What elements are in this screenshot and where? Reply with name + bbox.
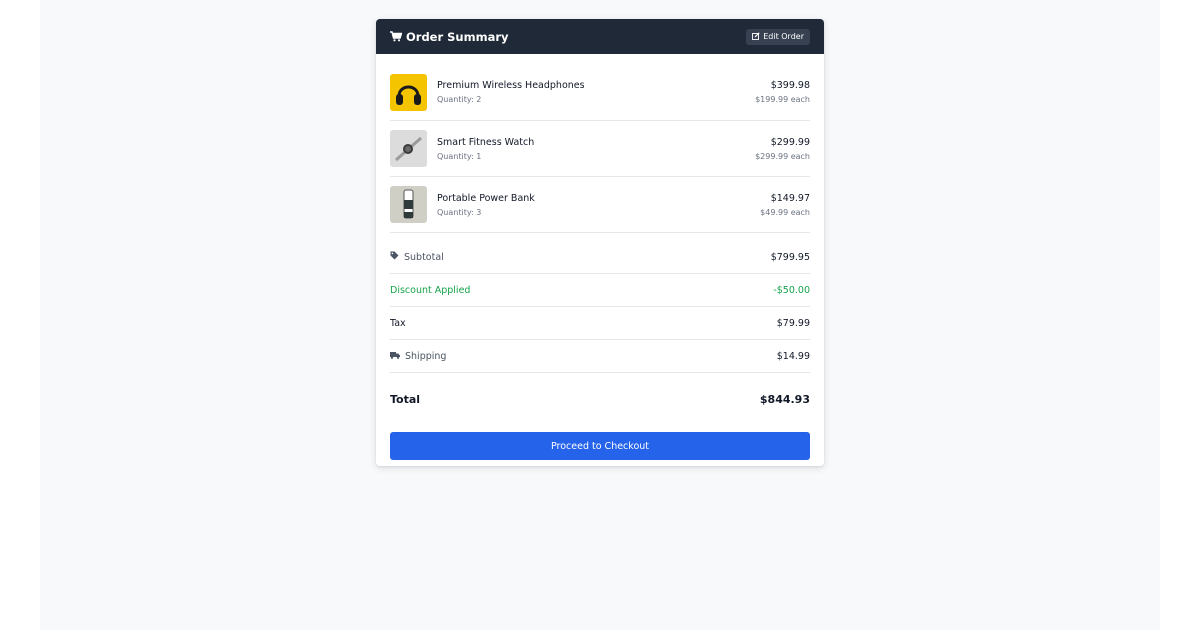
subtotal-label: Subtotal [404,251,444,263]
edit-icon [752,31,760,42]
item-price: $299.99 $299.99 each [755,137,810,161]
subtotal-label-group: Subtotal [390,251,444,263]
tax-value: $79.99 [776,317,810,329]
item-quantity: Quantity: 3 [437,207,482,217]
page-title: Order Summary [406,29,509,44]
header-title-group: Order Summary [390,30,509,44]
discount-row: Discount Applied -$50.00 [390,274,810,307]
item-total: $399.98 [770,80,810,91]
item-quantity: Quantity: 1 [437,151,482,161]
order-summary-card: Order Summary Edit Order Premium Wireles… [376,19,824,466]
discount-label: Discount Applied [390,284,471,296]
watch-image [390,130,427,167]
edit-order-button[interactable]: Edit Order [746,28,810,45]
shipping-value: $14.99 [776,350,810,362]
item-info: Smart Fitness Watch Quantity: 1 [437,137,755,161]
shipping-row: Shipping $14.99 [390,340,810,373]
item-unit-price: $199.99 each [755,95,810,104]
cart-icon [390,31,403,42]
proceed-to-checkout-button[interactable]: Proceed to Checkout [390,432,810,460]
card-header: Order Summary Edit Order [376,19,824,54]
tax-row: Tax $79.99 [390,307,810,340]
truck-icon [390,351,400,362]
item-name: Portable Power Bank [437,192,535,204]
shipping-label: Shipping [405,350,447,362]
item-total: $299.99 [770,136,810,148]
tax-label: Tax [390,317,406,329]
shipping-label-group: Shipping [390,351,446,362]
total-label: Total [390,393,421,406]
subtotal-row: Subtotal $799.95 [390,241,810,274]
item-total: $149.97 [770,192,810,204]
order-item: Premium Wireless Headphones Quantity: 2 … [390,54,810,121]
item-unit-price: $299.99 each [755,151,810,161]
order-item: Smart Fitness Watch Quantity: 1 $299.99 … [390,121,810,177]
subtotal-value: $799.95 [770,251,810,263]
tag-icon [390,251,399,263]
order-item: Portable Power Bank Quantity: 3 $149.97 … [390,177,810,233]
card-body: Premium Wireless Headphones Quantity: 2 … [376,54,824,460]
item-price: $149.97 $49.99 each [760,193,810,217]
power-bank-image [390,186,427,223]
price-summary: Subtotal $799.95 Discount Applied -$50.0… [390,241,810,426]
headphones-image [390,73,427,111]
item-info: Premium Wireless Headphones Quantity: 2 [437,80,755,104]
item-name: Smart Fitness Watch [437,136,535,148]
total-row: Total $844.93 [390,373,810,426]
item-price: $399.98 $199.99 each [755,80,810,104]
total-value: $844.93 [759,393,810,406]
item-name: Premium Wireless Headphones [437,80,585,91]
item-unit-price: $49.99 each [760,207,810,217]
item-info: Portable Power Bank Quantity: 3 [437,193,760,217]
discount-value: -$50.00 [773,284,810,296]
order-items-list: Premium Wireless Headphones Quantity: 2 … [390,54,810,233]
edit-order-label: Edit Order [763,32,804,41]
item-quantity: Quantity: 2 [437,95,482,104]
